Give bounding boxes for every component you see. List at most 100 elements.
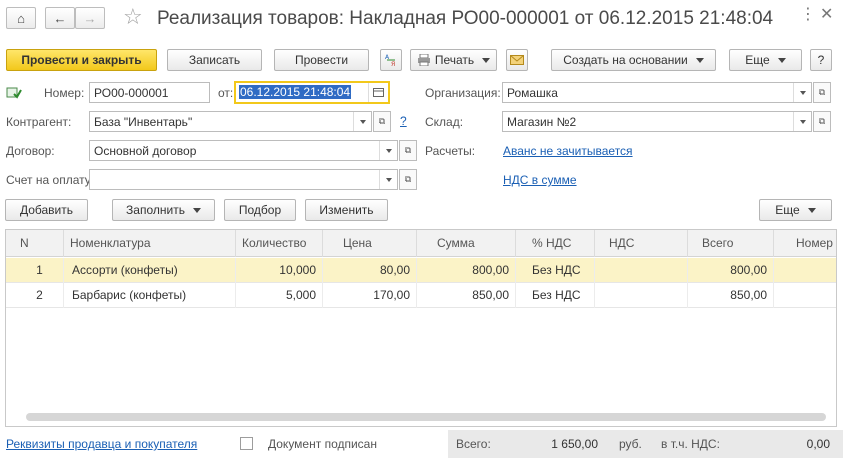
seller-buyer-details-link[interactable]: Реквизиты продавца и покупателя: [6, 437, 197, 451]
calendar-button[interactable]: [368, 83, 388, 102]
forward-arrow-icon: →: [83, 10, 97, 26]
fill-button[interactable]: Заполнить: [112, 199, 215, 221]
more-button[interactable]: Еще: [729, 49, 802, 71]
sort-az-button[interactable]: A Я: [380, 49, 402, 71]
chevron-down-icon: [807, 207, 816, 213]
vat-rate: Без НДС: [516, 258, 595, 283]
invoice-open-button[interactable]: ⧉: [399, 169, 417, 190]
item-name: Барбарис (конфеты): [64, 283, 236, 308]
print-button[interactable]: Печать: [410, 49, 497, 71]
table-row[interactable]: 1 Ассорти (конфеты) 10,000 80,00 800,00 …: [6, 258, 836, 283]
counterparty-open-button[interactable]: ⧉: [373, 111, 391, 132]
total-value: 1 650,00: [551, 437, 598, 451]
open-form-icon: ⧉: [818, 116, 826, 126]
counterparty-help-link[interactable]: ?: [400, 114, 407, 128]
counterparty-value: База "Инвентарь": [94, 115, 193, 129]
post-and-close-button[interactable]: Провести и закрыть: [6, 49, 157, 71]
chevron-down-icon: [777, 57, 786, 63]
chevron-down-icon: [695, 57, 704, 63]
chevron-down-icon: [192, 207, 201, 213]
warehouse-field[interactable]: Магазин №2: [502, 111, 812, 132]
table-row[interactable]: 2 Барбарис (конфеты) 5,000 170,00 850,00…: [6, 283, 836, 308]
quantity: 10,000: [236, 258, 323, 283]
row-extra: [774, 283, 836, 308]
organization-dropdown-button[interactable]: [793, 83, 811, 102]
post-button[interactable]: Провести: [274, 49, 369, 71]
chevron-down-icon: [799, 119, 806, 124]
svg-text:Я: Я: [391, 61, 395, 67]
row-extra: [774, 258, 836, 283]
column-header[interactable]: % НДС: [516, 230, 595, 257]
invoice-dropdown-button[interactable]: [379, 170, 397, 189]
vat-included-label: в т.ч. НДС:: [661, 437, 720, 451]
organization-label: Организация:: [425, 86, 501, 100]
table-header: N Номенклатура Количество Цена Сумма % Н…: [6, 230, 836, 257]
document-status-icon: [6, 87, 22, 99]
horizontal-scrollbar[interactable]: [26, 413, 826, 421]
column-header[interactable]: Цена: [323, 230, 417, 257]
back-button[interactable]: ←: [45, 7, 75, 29]
more-label: Еще: [745, 53, 770, 67]
counterparty-dropdown-button[interactable]: [353, 112, 371, 131]
invoice-field[interactable]: [89, 169, 398, 190]
create-based-on-label: Создать на основании: [563, 53, 688, 67]
warehouse-open-button[interactable]: ⧉: [813, 111, 831, 132]
column-header[interactable]: Количество: [236, 230, 323, 257]
column-header[interactable]: Номер: [774, 230, 836, 257]
table-more-button[interactable]: Еще: [759, 199, 832, 221]
goods-table[interactable]: N Номенклатура Количество Цена Сумма % Н…: [5, 229, 837, 427]
create-based-on-button[interactable]: Создать на основании: [551, 49, 716, 71]
counterparty-label: Контрагент:: [6, 115, 72, 129]
warehouse-dropdown-button[interactable]: [793, 112, 811, 131]
vat-amount: [595, 283, 688, 308]
more-actions-icon[interactable]: ⋮: [800, 4, 816, 24]
organization-field[interactable]: Ромашка: [502, 82, 812, 103]
document-signed-checkbox[interactable]: [240, 437, 253, 450]
change-button[interactable]: Изменить: [305, 199, 388, 221]
total: 800,00: [688, 258, 774, 283]
add-row-button[interactable]: Добавить: [5, 199, 88, 221]
chevron-down-icon: [359, 119, 366, 124]
favorite-star-icon[interactable]: ☆: [123, 4, 143, 30]
organization-open-button[interactable]: ⧉: [813, 82, 831, 103]
pick-button[interactable]: Подбор: [224, 199, 296, 221]
page-title: Реализация товаров: Накладная РО00-00000…: [157, 8, 774, 29]
column-header[interactable]: N: [6, 230, 64, 257]
open-form-icon: ⧉: [404, 174, 412, 184]
chevron-down-icon: [385, 148, 392, 153]
column-header[interactable]: Номенклатура: [64, 230, 236, 257]
counterparty-field[interactable]: База "Инвентарь": [89, 111, 372, 132]
fill-label: Заполнить: [126, 203, 185, 217]
row-number: 1: [6, 258, 64, 283]
table-more-label: Еще: [775, 203, 800, 217]
sum: 850,00: [417, 283, 516, 308]
date-field[interactable]: 06.12.2015 21:48:04: [234, 81, 390, 104]
open-form-icon: ⧉: [404, 145, 412, 155]
invoice-label: Счет на оплату:: [6, 173, 95, 187]
title-bar: ⌂ ← → ☆ Реализация товаров: Накладная РО…: [0, 0, 843, 38]
column-header[interactable]: НДС: [595, 230, 688, 257]
contract-label: Договор:: [6, 144, 55, 158]
column-header[interactable]: Всего: [688, 230, 774, 257]
vat-in-sum-link[interactable]: НДС в сумме: [503, 173, 577, 187]
date-label: от:: [218, 86, 234, 100]
settlements-label: Расчеты:: [425, 144, 476, 158]
email-button[interactable]: [506, 49, 528, 71]
help-button[interactable]: ?: [810, 49, 832, 71]
price: 80,00: [323, 258, 417, 283]
forward-button[interactable]: →: [75, 7, 105, 29]
close-icon[interactable]: ✕: [820, 4, 833, 24]
contract-dropdown-button[interactable]: [379, 141, 397, 160]
total: 850,00: [688, 283, 774, 308]
open-form-icon: ⧉: [378, 116, 386, 126]
contract-field[interactable]: Основной договор: [89, 140, 398, 161]
advance-settlement-link[interactable]: Аванс не зачитывается: [503, 144, 633, 158]
number-field[interactable]: РО00-000001: [89, 82, 210, 103]
contract-open-button[interactable]: ⧉: [399, 140, 417, 161]
home-button[interactable]: ⌂: [6, 7, 36, 29]
column-header[interactable]: Сумма: [417, 230, 516, 257]
row-number: 2: [6, 283, 64, 308]
save-button[interactable]: Записать: [167, 49, 262, 71]
number-label: Номер:: [44, 86, 85, 100]
sort-az-icon: A Я: [385, 54, 395, 67]
